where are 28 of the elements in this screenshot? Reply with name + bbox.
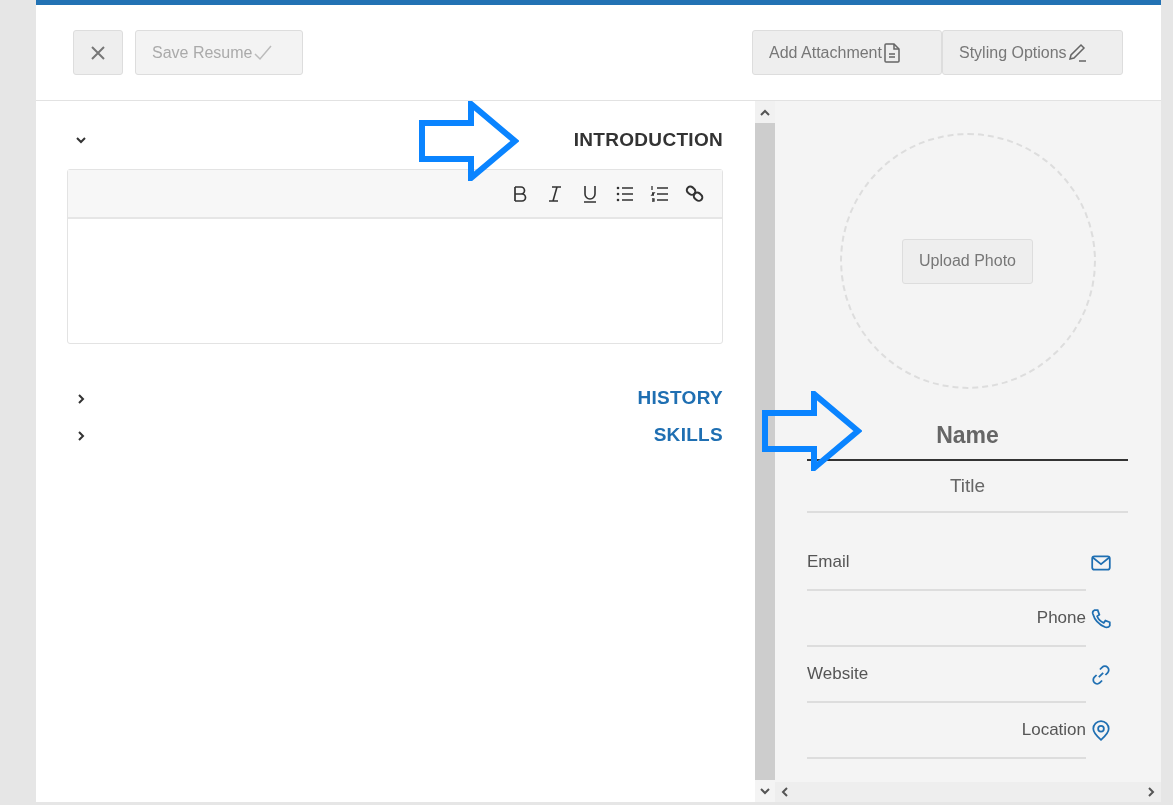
title-field[interactable]: Title <box>807 461 1128 513</box>
chevron-icon[interactable] <box>76 393 86 404</box>
chevron-icon[interactable] <box>76 135 86 145</box>
chevron-icon[interactable] <box>76 430 86 441</box>
section-title[interactable]: INTRODUCTION <box>573 125 723 155</box>
toolbar-button[interactable]: Styling Options <box>942 30 1123 75</box>
scroll-right-icon[interactable] <box>1148 787 1155 797</box>
close-button[interactable] <box>73 30 123 75</box>
upload-photo-button[interactable]: Upload Photo <box>902 238 1033 284</box>
phone-icon <box>1090 608 1112 630</box>
scroll-down-icon[interactable] <box>760 787 770 795</box>
section-title[interactable]: HISTORY <box>637 384 723 413</box>
link-icon <box>1090 664 1112 686</box>
pencil-icon <box>1066 41 1087 64</box>
contact-field[interactable]: Website <box>807 647 1086 703</box>
link-icon[interactable] <box>685 183 705 204</box>
name-field[interactable]: Name <box>807 411 1128 459</box>
contact-field[interactable]: Location <box>807 703 1086 759</box>
scroll-left-icon[interactable] <box>781 787 788 797</box>
contact-field[interactable]: Phone <box>807 591 1086 647</box>
scroll-up-icon[interactable] <box>760 108 770 116</box>
contact-field[interactable]: Email <box>807 535 1086 591</box>
toolbar-button[interactable]: Add Attachment <box>752 30 942 75</box>
location-pin-icon <box>1090 720 1112 742</box>
close-icon <box>90 44 106 61</box>
numbered-list-icon[interactable] <box>650 183 670 204</box>
section-title[interactable]: SKILLS <box>653 421 723 450</box>
document-icon <box>881 41 902 64</box>
